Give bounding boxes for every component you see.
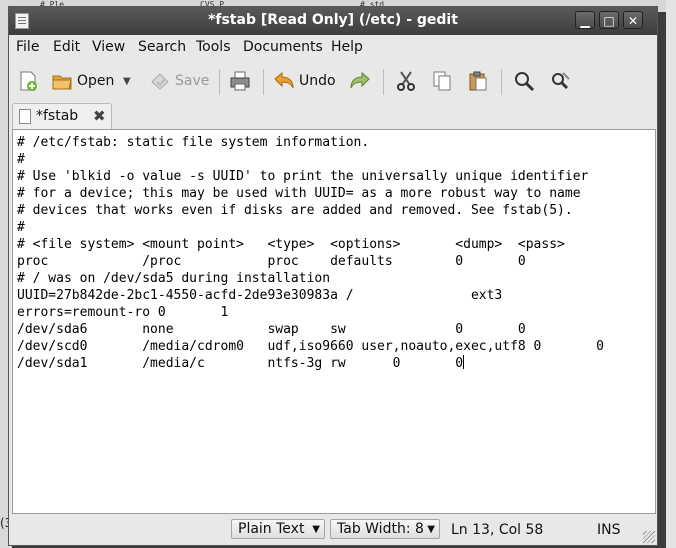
editor-line: # <file system> <mount point> <type> <op… [17,237,565,252]
editor-line: /dev/scd0 /media/cdrom0 udf,iso9660 user… [17,339,604,354]
save-label: Save [175,73,210,89]
magnifier-icon [515,72,535,92]
text-editor-area[interactable]: # /etc/fstab: static file system informa… [12,129,656,514]
tab-width-label: Tab Width: 8 [337,521,424,537]
tab-fstab[interactable]: *fstab ✖ [12,103,112,129]
status-bar: Plain Text ▼ Tab Width: 8 ▼ Ln 13, Col 5… [9,515,657,545]
language-selector[interactable]: Plain Text ▼ [231,519,325,539]
editor-line: errors=remount-ro 0 1 [17,305,229,320]
new-document-icon [20,71,37,91]
editor-line: /dev/sda6 none swap sw 0 0 [17,322,526,337]
toolbar-separator [383,69,384,95]
title-bar[interactable]: *fstab [Read Only] (/etc) - gedit ▁ □ ✕ [9,7,657,35]
folder-icon [52,75,72,90]
resize-grip[interactable] [643,531,655,543]
maximize-button[interactable]: □ [599,11,619,29]
gedit-window: *fstab [Read Only] (/etc) - gedit ▁ □ ✕ … [8,6,658,546]
chevron-down-icon: ▼ [427,524,435,535]
text-cursor [463,355,465,369]
save-icon [151,73,169,90]
undo-label: Undo [299,73,336,89]
minimize-button[interactable]: ▁ [575,11,595,29]
document-icon [19,109,31,124]
menu-view[interactable]: View [92,39,125,55]
document-tab-strip: *fstab ✖ [9,101,657,129]
find-button[interactable] [513,67,535,95]
toolbar-separator [501,69,502,95]
editor-line: proc /proc proc defaults 0 0 [17,254,526,269]
background-window-right [666,0,676,548]
cut-button[interactable] [395,67,417,95]
open-recent-dropdown[interactable]: ▼ [123,67,131,95]
editor-line: # /etc/fstab: static file system informa… [17,135,370,150]
cursor-position: Ln 13, Col 58 [451,522,544,538]
editor-line-text: /dev/sda1 /media/c ntfs-3g rw 0 0 [17,356,464,371]
find-replace-button[interactable] [549,67,571,95]
menu-edit[interactable]: Edit [53,39,80,55]
copy-icon [433,71,451,91]
menu-help[interactable]: Help [331,39,363,55]
undo-button[interactable]: Undo [273,67,336,95]
insert-mode-indicator: INS [597,522,621,538]
menu-tools[interactable]: Tools [196,39,231,55]
scissors-icon [397,71,415,91]
editor-line: # [17,152,25,167]
printer-icon [230,71,250,91]
print-button[interactable] [229,67,251,95]
paste-button[interactable] [467,67,489,95]
redo-button[interactable] [349,67,371,95]
editor-line: # for a device; this may be used with UU… [17,186,581,201]
toolbar-separator [263,69,264,95]
language-label: Plain Text [238,521,305,537]
editor-line: # / was on /dev/sda5 during installation [17,271,331,286]
redo-arrow-icon [350,71,370,89]
toolbar: Open ▼ Save Undo [9,61,657,101]
menu-bar: File Edit View Search Tools Documents He… [9,35,657,59]
undo-arrow-icon [274,71,294,89]
editor-line: UUID=27b842de-2bc1-4550-acfd-2de93e30983… [17,288,503,303]
chevron-down-icon: ▼ [312,524,320,535]
close-window-button[interactable]: ✕ [623,11,643,29]
open-button[interactable]: Open [51,67,114,95]
editor-line: # devices that works even if disks are a… [17,203,573,218]
tab-width-selector[interactable]: Tab Width: 8 ▼ [330,519,440,539]
toolbar-separator [219,69,220,95]
new-document-button[interactable] [17,67,39,95]
menu-file[interactable]: File [16,39,39,55]
close-tab-icon[interactable]: ✖ [93,107,106,125]
editor-line-current: /dev/sda1 /media/c ntfs-3g rw 0 0 [17,355,465,372]
editor-line: # [17,220,25,235]
chevron-down-icon: ▼ [123,75,131,87]
window-title: *fstab [Read Only] (/etc) - gedit [208,12,458,28]
editor-line: # Use 'blkid -o value -s UUID' to print … [17,169,589,184]
menu-documents[interactable]: Documents [243,39,323,55]
open-label: Open [77,73,115,89]
find-replace-icon [552,72,570,90]
menu-search[interactable]: Search [138,39,186,55]
clipboard-icon [469,71,487,91]
copy-button[interactable] [431,67,453,95]
save-button[interactable]: Save [149,67,209,95]
tab-label: *fstab [36,108,79,124]
